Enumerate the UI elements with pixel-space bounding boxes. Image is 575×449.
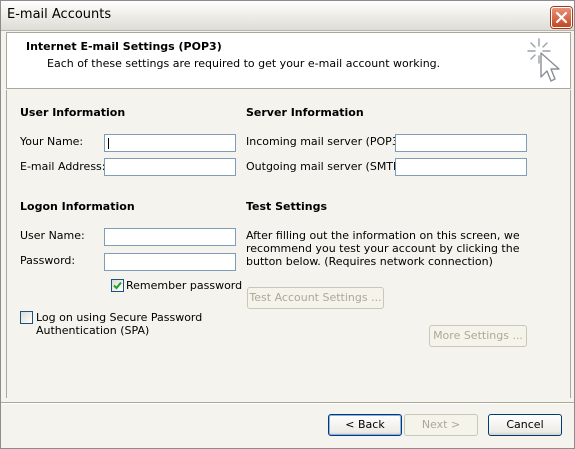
- text-caret: [108, 138, 109, 149]
- dialog-window: E-mail Accounts Internet E-mail Settings…: [0, 0, 575, 449]
- header-subtitle: Each of these settings are required to g…: [47, 57, 441, 70]
- test-account-settings-button[interactable]: Test Account Settings ...: [247, 287, 384, 309]
- remember-password-checkbox[interactable]: [111, 279, 124, 292]
- password-input[interactable]: [104, 253, 236, 271]
- spa-label-line1[interactable]: Log on using Secure Password: [36, 311, 202, 324]
- test-settings-text-line2: recommend you test your account by click…: [246, 242, 520, 255]
- outgoing-server-input[interactable]: [395, 158, 527, 176]
- your-name-input[interactable]: [104, 134, 236, 152]
- remember-password-label[interactable]: Remember password: [126, 279, 242, 292]
- user-name-input[interactable]: [104, 228, 236, 246]
- more-settings-button[interactable]: More Settings ...: [429, 325, 527, 347]
- your-name-label: Your Name:: [20, 135, 84, 148]
- window-title: E-mail Accounts: [7, 7, 112, 22]
- next-button[interactable]: Next >: [404, 414, 478, 436]
- cancel-button[interactable]: Cancel: [488, 414, 562, 436]
- spa-checkbox[interactable]: [20, 311, 33, 324]
- close-button[interactable]: [551, 7, 572, 28]
- test-settings-heading: Test Settings: [246, 200, 328, 213]
- server-info-heading: Server Information: [246, 106, 364, 119]
- wizard-header: Internet E-mail Settings (POP3) Each of …: [6, 32, 571, 89]
- spa-label-line2[interactable]: Authentication (SPA): [36, 324, 149, 337]
- user-name-label: User Name:: [20, 229, 85, 242]
- header-title: Internet E-mail Settings (POP3): [26, 40, 222, 53]
- wizard-cursor-icon: [523, 35, 567, 88]
- logon-info-heading: Logon Information: [20, 200, 135, 213]
- back-button[interactable]: < Back: [328, 414, 402, 436]
- title-bar[interactable]: E-mail Accounts: [1, 1, 574, 31]
- password-label: Password:: [20, 254, 76, 267]
- footer-divider: [1, 402, 574, 404]
- incoming-server-label: Incoming mail server (POP3):: [246, 135, 407, 148]
- outgoing-server-label: Outgoing mail server (SMTP):: [246, 160, 408, 173]
- email-address-label: E-mail Address:: [20, 160, 106, 173]
- email-address-input[interactable]: [104, 158, 236, 176]
- test-settings-text-line1: After filling out the information on thi…: [246, 229, 520, 242]
- test-settings-text-line3: button below. (Requires network connecti…: [246, 255, 493, 268]
- user-info-heading: User Information: [20, 106, 126, 119]
- incoming-server-input[interactable]: [395, 134, 527, 152]
